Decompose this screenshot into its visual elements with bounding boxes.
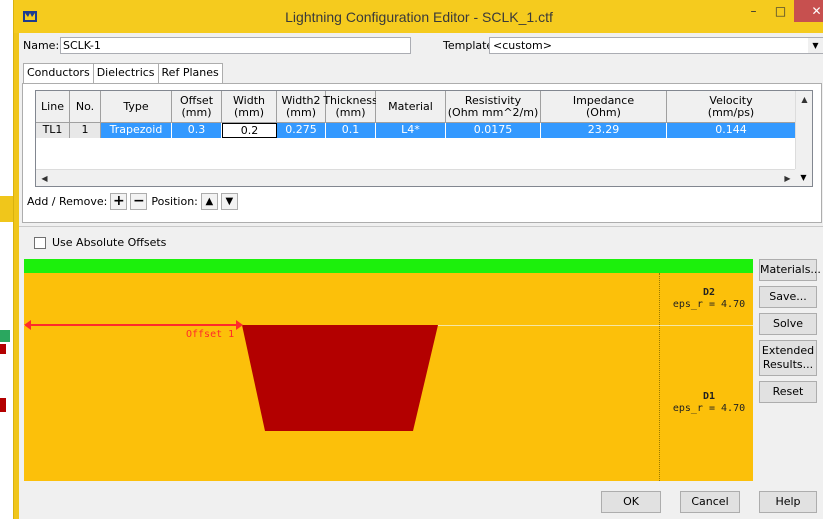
close-button[interactable]: ✕ (794, 0, 823, 22)
tab-ref-planes[interactable]: Ref Planes (157, 63, 223, 83)
splitter[interactable] (19, 226, 823, 227)
layer-eps: eps_r = 4.70 (672, 299, 746, 310)
table-row[interactable]: TL1 1 Trapezoid 0.3 0.2 0.275 0.1 L4* 0.… (36, 123, 796, 138)
column-header-resistivity[interactable]: Resistivity (Ohm mm^2/m) (446, 91, 541, 123)
cell-no[interactable]: 1 (70, 123, 101, 138)
conductors-panel: Line No. Type Offset (mm) Width (mm) Wid… (22, 83, 822, 223)
cell-offset[interactable]: 0.3 (172, 123, 222, 138)
background-marker (0, 344, 6, 354)
column-header-width2[interactable]: Width2 (mm) (277, 91, 326, 123)
maximize-button[interactable]: □ (767, 0, 794, 22)
column-header-no[interactable]: No. (70, 91, 101, 123)
help-button[interactable]: Help (759, 491, 817, 513)
column-header-line[interactable]: Line (36, 91, 70, 123)
extended-results-button[interactable]: Extended Results... (759, 340, 817, 376)
window-title: Lightning Configuration Editor - SCLK_1.… (285, 9, 553, 25)
scroll-left-icon[interactable]: ◀ (36, 170, 53, 187)
cell-line[interactable]: TL1 (36, 123, 70, 138)
column-header-offset[interactable]: Offset (mm) (172, 91, 222, 123)
column-header-thickness[interactable]: Thickness (mm) (323, 91, 378, 123)
client-area: Name: SCLK-1 Template: <custom> ▼ Conduc… (19, 33, 823, 519)
column-header-impedance[interactable]: Impedance (Ohm) (541, 91, 667, 123)
cell-width-editor[interactable]: 0.2 (222, 123, 277, 138)
add-remove-label: Add / Remove: (27, 194, 108, 208)
layer-label-d2: D2 eps_r = 4.70 (664, 287, 754, 311)
move-down-button[interactable]: ▼ (220, 192, 238, 210)
conductor-grid: Line No. Type Offset (mm) Width (mm) Wid… (35, 90, 813, 187)
grid-header: Line No. Type Offset (mm) Width (mm) Wid… (36, 91, 796, 123)
tab-strip: Conductors Dielectrics Ref Planes (23, 63, 223, 83)
absolute-offsets-option[interactable]: Use Absolute Offsets (34, 236, 166, 249)
background-marker (0, 330, 10, 342)
save-button[interactable]: Save... (759, 286, 817, 308)
extended-results-label-2: Results... (762, 358, 814, 371)
horizontal-scrollbar[interactable]: ◀ ▶ (36, 169, 796, 186)
layer-label-d1: D1 eps_r = 4.70 (664, 391, 754, 415)
position-label: Position: (151, 194, 198, 208)
use-absolute-offsets-checkbox[interactable] (34, 236, 46, 249)
tab-conductors[interactable]: Conductors (23, 63, 94, 83)
template-value: <custom> (493, 39, 552, 52)
reset-button[interactable]: Reset (759, 381, 817, 403)
layer-name: D1 (702, 391, 716, 402)
cell-width2[interactable]: 0.275 (277, 123, 326, 138)
chevron-down-icon[interactable]: ▼ (808, 38, 823, 53)
scroll-right-icon[interactable]: ▶ (779, 170, 796, 187)
scroll-up-icon[interactable]: ▲ (796, 91, 813, 108)
vertical-scrollbar[interactable]: ▲ (795, 91, 812, 170)
stackup-canvas[interactable]: Offset 1 D2 eps_r = 4.70 D1 eps_r = 4.70 (24, 259, 753, 481)
offset-dimension-line (26, 324, 239, 326)
scroll-down-icon[interactable]: ▼ (795, 169, 812, 186)
offset-label: Offset 1 (186, 329, 235, 340)
cell-impedance[interactable]: 23.29 (541, 123, 667, 138)
cell-velocity[interactable]: 0.144 (667, 123, 796, 138)
ok-button[interactable]: OK (601, 491, 661, 513)
cell-resistivity[interactable]: 0.0175 (446, 123, 541, 138)
materials-button[interactable]: Materials... (759, 259, 821, 281)
name-input[interactable]: SCLK-1 (60, 37, 411, 54)
tab-dielectrics[interactable]: Dielectrics (92, 63, 159, 83)
layer-eps: eps_r = 4.70 (672, 403, 746, 414)
add-button[interactable]: + (110, 192, 128, 210)
add-remove-bar: Add / Remove: + − Position: ▲ ▼ (27, 192, 238, 210)
cancel-button[interactable]: Cancel (680, 491, 740, 513)
title-bar[interactable]: Lightning Configuration Editor - SCLK_1.… (14, 0, 823, 33)
cell-type[interactable]: Trapezoid (101, 123, 172, 138)
background-marker (0, 398, 6, 412)
use-absolute-offsets-label: Use Absolute Offsets (52, 236, 167, 249)
cell-material[interactable]: L4* (376, 123, 446, 138)
arrow-right-icon (236, 320, 243, 330)
extended-results-label-1: Extended (761, 344, 815, 357)
name-label: Name: (23, 39, 60, 52)
minimize-button[interactable]: – (740, 0, 767, 22)
solve-button[interactable]: Solve (759, 313, 817, 335)
column-header-type[interactable]: Type (101, 91, 172, 123)
remove-button[interactable]: − (130, 192, 148, 210)
move-up-button[interactable]: ▲ (200, 192, 218, 210)
column-header-width[interactable]: Width (mm) (222, 91, 277, 123)
editor-window: Lightning Configuration Editor - SCLK_1.… (13, 0, 823, 519)
conductor-trapezoid[interactable] (24, 259, 664, 481)
column-header-material[interactable]: Material (376, 91, 446, 123)
layer-name: D2 (702, 287, 716, 298)
column-header-velocity[interactable]: Velocity (mm/ps) (667, 91, 796, 123)
cell-thickness[interactable]: 0.1 (326, 123, 376, 138)
arrow-left-icon (24, 320, 31, 330)
template-select[interactable]: <custom> ▼ (489, 37, 823, 54)
